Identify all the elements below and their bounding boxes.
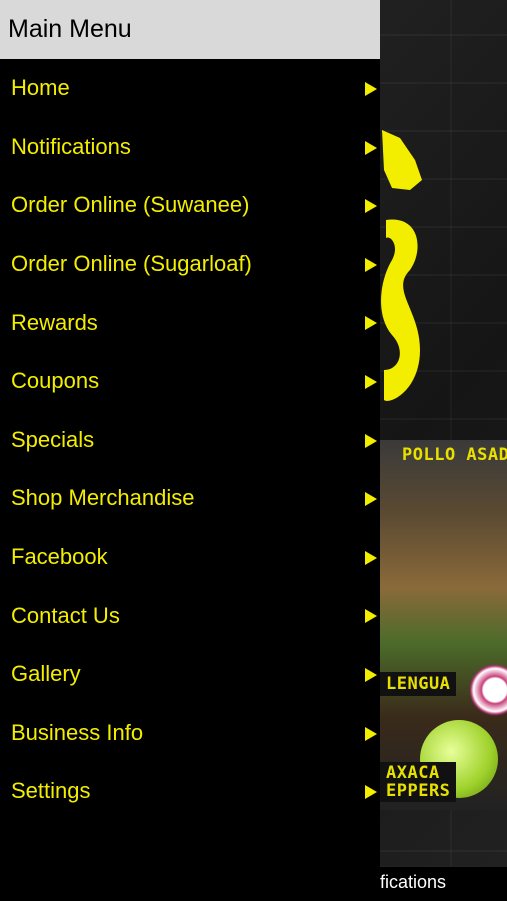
triangle-right-icon (365, 667, 377, 682)
menu-item-label: Home (11, 75, 70, 101)
menu-item-label: Order Online (Sugarloaf) (11, 251, 252, 277)
menu-item-label: Shop Merchandise (11, 485, 195, 511)
menu-item-shop-merchandise[interactable]: Shop Merchandise (0, 469, 380, 528)
oaxaca-label-line1: AXACA (386, 763, 440, 783)
menu-item-gallery[interactable]: Gallery (0, 645, 380, 704)
menu-item-label: Notifications (11, 133, 131, 159)
triangle-right-icon (365, 374, 377, 389)
menu-title: Main Menu (8, 15, 132, 43)
oaxaca-label-line2: EPPERS (386, 781, 451, 801)
lengua-label: LENGUA (380, 672, 457, 696)
menu-item-specials[interactable]: Specials (0, 411, 380, 470)
menu-item-notifications[interactable]: Notifications (0, 118, 380, 177)
menu-header: Main Menu (0, 0, 380, 59)
menu-item-coupons[interactable]: Coupons (0, 352, 380, 411)
menu-item-label: Coupons (11, 368, 100, 394)
menu-item-label: Contact Us (11, 602, 120, 628)
triangle-right-icon (365, 316, 377, 331)
menu-item-label: Gallery (11, 661, 81, 687)
menu-item-settings[interactable]: Settings (0, 762, 380, 821)
triangle-right-icon (365, 726, 377, 741)
oaxaca-peppers-label: AXACA EPPERS (380, 762, 457, 802)
triangle-right-icon (365, 492, 377, 507)
triangle-right-icon (365, 257, 377, 272)
menu-item-facebook[interactable]: Facebook (0, 528, 380, 587)
triangle-right-icon (365, 82, 377, 96)
menu-item-contact-us[interactable]: Contact Us (0, 586, 380, 645)
triangle-right-icon (365, 609, 377, 624)
menu-item-label: Order Online (Suwanee) (11, 192, 250, 218)
menu-item-label: Business Info (11, 719, 144, 745)
logo-graphic (381, 130, 422, 401)
menu-item-home[interactable]: Home (0, 59, 380, 118)
menu-item-order-online-suwanee[interactable]: Order Online (Suwanee) (0, 176, 380, 235)
triangle-right-icon (365, 785, 377, 800)
pollo-asado-label: POLLO ASADO (402, 445, 507, 465)
tab-notifications-label[interactable]: fications (380, 872, 446, 893)
menu-list: Home Notifications Order Online (Suwanee… (0, 59, 380, 821)
menu-item-label: Rewards (11, 309, 98, 335)
main-menu-drawer: Main Menu Home Notifications Order Onlin… (0, 0, 380, 900)
triangle-right-icon (365, 199, 377, 214)
triangle-right-icon (365, 550, 377, 565)
menu-item-label: Specials (11, 426, 95, 452)
menu-item-business-info[interactable]: Business Info (0, 704, 380, 763)
menu-item-label: Facebook (11, 544, 108, 570)
triangle-right-icon (365, 433, 377, 448)
menu-item-order-online-sugarloaf[interactable]: Order Online (Sugarloaf) (0, 235, 380, 294)
triangle-right-icon (365, 140, 377, 155)
menu-item-label: Settings (11, 778, 91, 804)
menu-item-rewards[interactable]: Rewards (0, 293, 380, 352)
